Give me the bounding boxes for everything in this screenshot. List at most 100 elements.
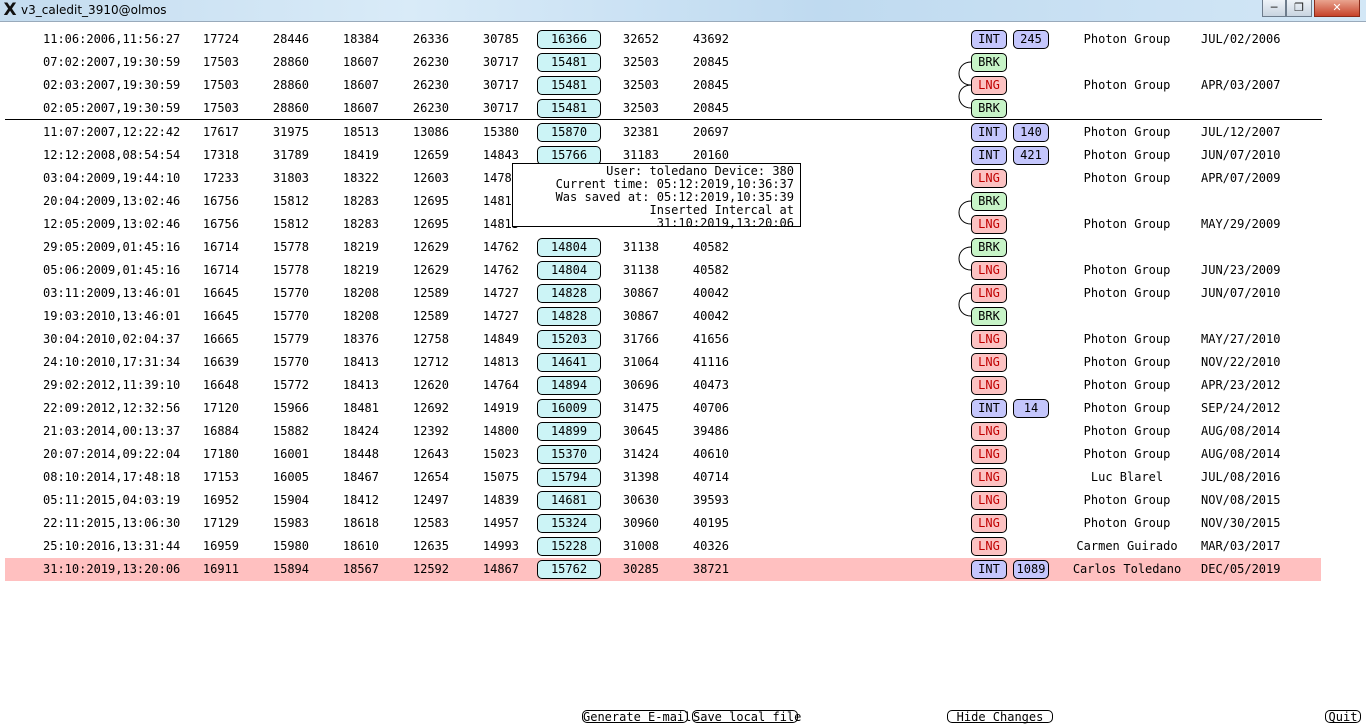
quit-button[interactable]: Quit bbox=[1325, 710, 1361, 724]
row-value-8: 40706 bbox=[692, 401, 729, 415]
row-value-5: 14849 bbox=[482, 332, 519, 346]
row-count-badge[interactable]: 14 bbox=[1013, 399, 1049, 418]
table-row[interactable]: 03:11:2009,13:46:01 16645 15770 18208 12589 1… bbox=[5, 282, 1321, 305]
row-value-1: 16952 bbox=[202, 493, 239, 507]
row-value-2: 16001 bbox=[272, 447, 309, 461]
row-value-box[interactable]: 15203 bbox=[537, 330, 601, 349]
row-modified-date: AUG/08/2014 bbox=[1201, 424, 1281, 438]
row-type-tag[interactable]: BRK bbox=[971, 99, 1007, 118]
hide-changes-button[interactable]: Hide Changes bbox=[947, 710, 1053, 724]
row-value-box[interactable]: 14894 bbox=[537, 376, 601, 395]
row-modified-date: MAY/29/2009 bbox=[1201, 217, 1281, 231]
row-type-tag[interactable]: INT bbox=[971, 30, 1007, 49]
row-type-tag[interactable]: LNG bbox=[971, 537, 1007, 556]
table-row[interactable]: 22:09:2012,12:32:56 17120 15966 18481 12692 1… bbox=[5, 397, 1321, 420]
table-row[interactable]: 25:10:2016,13:31:44 16959 15980 18610 12635 1… bbox=[5, 535, 1321, 558]
row-value-box[interactable]: 16009 bbox=[537, 399, 601, 418]
row-type-tag[interactable]: LNG bbox=[971, 376, 1007, 395]
table-row[interactable]: 22:11:2015,13:06:30 17129 15983 18618 12583 1… bbox=[5, 512, 1321, 535]
row-value-box[interactable]: 14804 bbox=[537, 238, 601, 257]
table-row[interactable]: 11:07:2007,12:22:42 17617 31975 18513 13086 1… bbox=[5, 121, 1321, 144]
row-value-box[interactable]: 14828 bbox=[537, 307, 601, 326]
row-value-2: 16005 bbox=[272, 470, 309, 484]
row-count-badge[interactable]: 245 bbox=[1013, 30, 1049, 49]
row-type-tag[interactable]: LNG bbox=[971, 169, 1007, 188]
row-value-7: 32503 bbox=[622, 101, 659, 115]
row-value-box[interactable]: 15762 bbox=[537, 560, 601, 579]
table-row[interactable]: 07:02:2007,19:30:59 17503 28860 18607 26230 3… bbox=[5, 51, 1321, 74]
row-value-box[interactable]: 15481 bbox=[537, 53, 601, 72]
row-value-8: 41116 bbox=[692, 355, 729, 369]
row-modified-date: NOV/08/2015 bbox=[1201, 493, 1281, 507]
table-row[interactable]: 19:03:2010,13:46:01 16645 15770 18208 12589 1… bbox=[5, 305, 1321, 328]
row-value-2: 15812 bbox=[272, 194, 309, 208]
row-value-box[interactable]: 15481 bbox=[537, 76, 601, 95]
row-value-box[interactable]: 14804 bbox=[537, 261, 601, 280]
row-value-2: 15770 bbox=[272, 355, 309, 369]
save-local-file-button[interactable]: Save local file bbox=[692, 710, 801, 724]
row-value-box[interactable]: 15870 bbox=[537, 123, 601, 142]
row-modified-date: SEP/24/2012 bbox=[1201, 401, 1281, 415]
row-modified-date: MAY/27/2010 bbox=[1201, 332, 1281, 346]
row-value-8: 39593 bbox=[692, 493, 729, 507]
row-count-badge[interactable]: 1089 bbox=[1013, 560, 1049, 579]
row-type-tag[interactable]: INT bbox=[971, 146, 1007, 165]
table-row[interactable]: 24:10:2010,17:31:34 16639 15770 18413 12712 1… bbox=[5, 351, 1321, 374]
row-group: Photon Group bbox=[1083, 32, 1171, 46]
table-row[interactable]: 11:06:2006,11:56:27 17724 28446 18384 26336 3… bbox=[5, 28, 1321, 51]
row-type-tag[interactable]: INT bbox=[971, 399, 1007, 418]
table-row[interactable]: 02:03:2007,19:30:59 17503 28860 18607 26230 3… bbox=[5, 74, 1321, 97]
row-value-box[interactable]: 15324 bbox=[537, 514, 601, 533]
row-type-tag[interactable]: INT bbox=[971, 123, 1007, 142]
row-type-tag[interactable]: LNG bbox=[971, 261, 1007, 280]
row-value-5: 14727 bbox=[482, 309, 519, 323]
table-row[interactable]: 29:02:2012,11:39:10 16648 15772 18413 12620 1… bbox=[5, 374, 1321, 397]
row-type-tag[interactable]: LNG bbox=[971, 514, 1007, 533]
row-type-tag[interactable]: LNG bbox=[971, 468, 1007, 487]
table-row[interactable]: 29:05:2009,01:45:16 16714 15778 18219 12629 1… bbox=[5, 236, 1321, 259]
row-type-tag[interactable]: LNG bbox=[971, 445, 1007, 464]
generate-email-button[interactable]: Generate E-mail bbox=[582, 710, 691, 724]
row-value-box[interactable]: 14681 bbox=[537, 491, 601, 510]
row-type-tag[interactable]: INT bbox=[971, 560, 1007, 579]
row-count-badge[interactable]: 421 bbox=[1013, 146, 1049, 165]
row-value-1: 17180 bbox=[202, 447, 239, 461]
row-type-tag[interactable]: BRK bbox=[971, 307, 1007, 326]
row-type-tag[interactable]: LNG bbox=[971, 284, 1007, 303]
row-value-5: 14867 bbox=[482, 562, 519, 576]
row-type-tag[interactable]: LNG bbox=[971, 330, 1007, 349]
row-type-tag[interactable]: LNG bbox=[971, 76, 1007, 95]
row-value-2: 15980 bbox=[272, 539, 309, 553]
row-type-tag[interactable]: LNG bbox=[971, 491, 1007, 510]
table-row[interactable]: 20:07:2014,09:22:04 17180 16001 18448 12643 1… bbox=[5, 443, 1321, 466]
row-value-1: 17153 bbox=[202, 470, 239, 484]
row-value-box[interactable]: 16366 bbox=[537, 30, 601, 49]
row-type-tag[interactable]: LNG bbox=[971, 215, 1007, 234]
table-row[interactable]: 05:11:2015,04:03:19 16952 15904 18412 12497 1… bbox=[5, 489, 1321, 512]
row-value-box[interactable]: 14828 bbox=[537, 284, 601, 303]
row-group: Carlos Toledano bbox=[1072, 562, 1182, 576]
table-row[interactable]: 31:10:2019,13:20:06 16911 15894 18567 12592 1… bbox=[5, 558, 1321, 581]
row-value-box[interactable]: 15228 bbox=[537, 537, 601, 556]
records-table: 11:06:2006,11:56:27 17724 28446 18384 26336 3… bbox=[0, 0, 1366, 600]
table-row[interactable]: 05:06:2009,01:45:16 16714 15778 18219 12629 1… bbox=[5, 259, 1321, 282]
table-row[interactable]: 21:03:2014,00:13:37 16884 15882 18424 12392 1… bbox=[5, 420, 1321, 443]
row-value-box[interactable]: 14899 bbox=[537, 422, 601, 441]
row-type-tag[interactable]: BRK bbox=[971, 192, 1007, 211]
row-type-tag[interactable]: BRK bbox=[971, 238, 1007, 257]
row-type-tag[interactable]: BRK bbox=[971, 53, 1007, 72]
table-divider bbox=[5, 119, 1322, 120]
row-value-7: 31008 bbox=[622, 539, 659, 553]
row-type-tag[interactable]: LNG bbox=[971, 353, 1007, 372]
row-value-box[interactable]: 14641 bbox=[537, 353, 601, 372]
table-row[interactable]: 30:04:2010,02:04:37 16665 15779 18376 12758 1… bbox=[5, 328, 1321, 351]
row-type-tag[interactable]: LNG bbox=[971, 422, 1007, 441]
row-count-badge[interactable]: 140 bbox=[1013, 123, 1049, 142]
row-value-7: 31475 bbox=[622, 401, 659, 415]
row-date: 20:07:2014,09:22:04 bbox=[43, 447, 181, 461]
row-value-box[interactable]: 15370 bbox=[537, 445, 601, 464]
row-value-box[interactable]: 15794 bbox=[537, 468, 601, 487]
table-row[interactable]: 08:10:2014,17:48:18 17153 16005 18467 12654 1… bbox=[5, 466, 1321, 489]
table-row[interactable]: 02:05:2007,19:30:59 17503 28860 18607 26230 3… bbox=[5, 97, 1321, 120]
row-value-box[interactable]: 15481 bbox=[537, 99, 601, 118]
